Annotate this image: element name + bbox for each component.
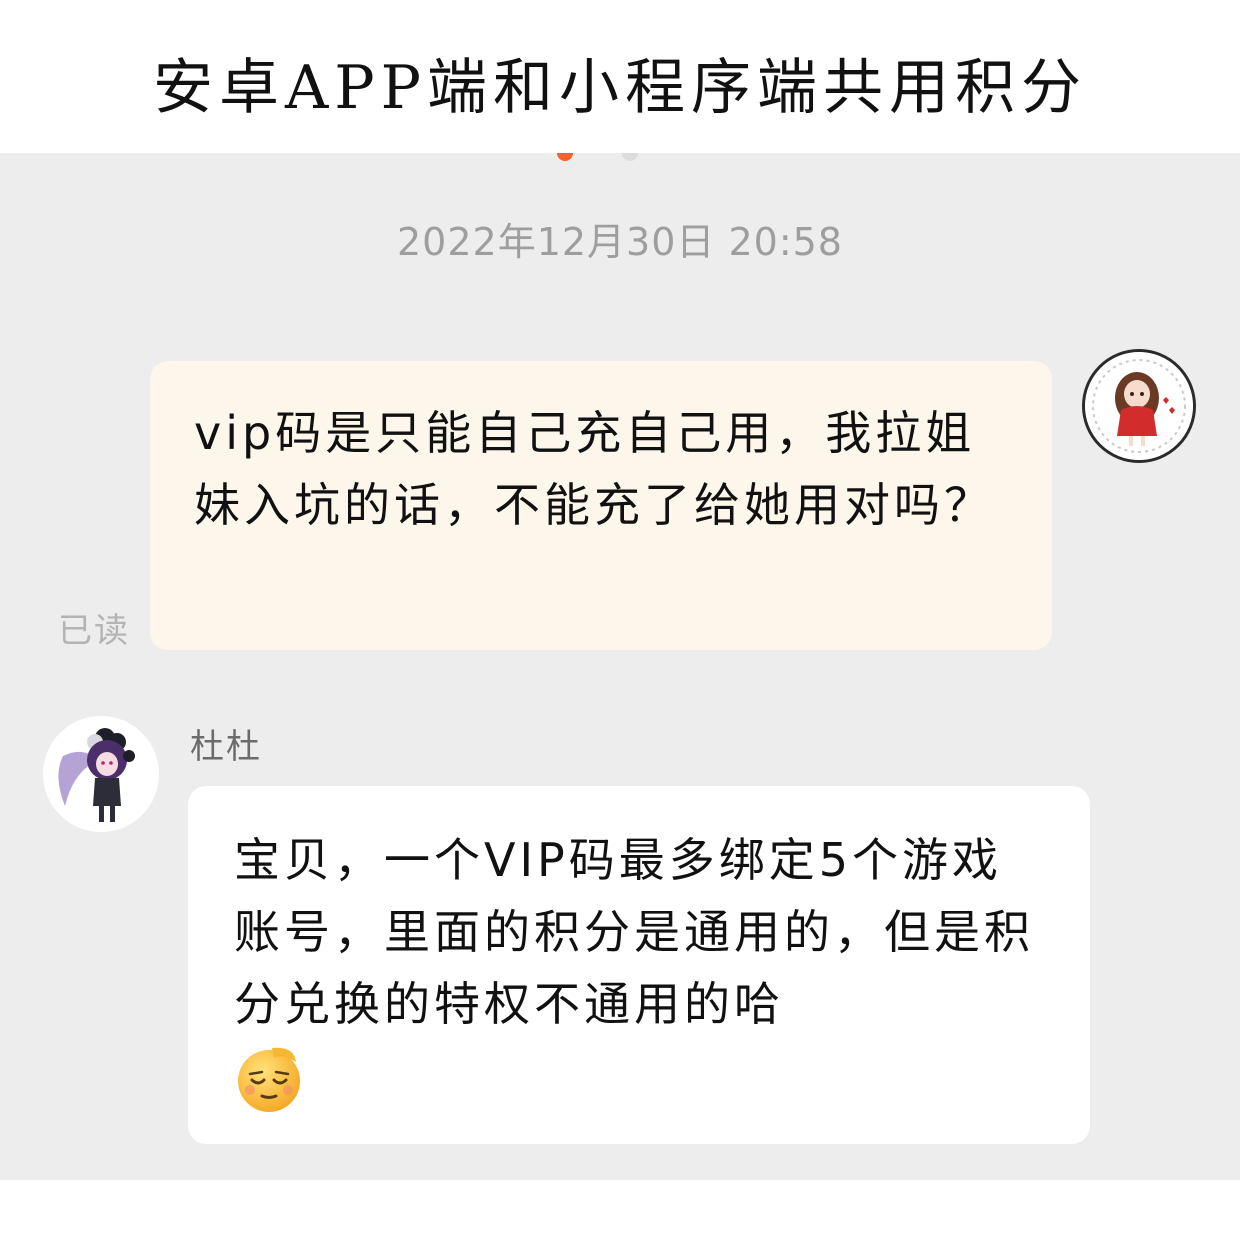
page-indicator-active [557, 153, 573, 161]
sender-name: 杜杜 [190, 727, 262, 767]
contact-avatar[interactable] [43, 716, 159, 832]
incoming-message-text: 宝贝，一个VIP码最多绑定5个游戏账号，里面的积分是通用的，但是积分兑换的特权不… [234, 833, 1034, 1031]
message-timestamp: 2022年12月30日 20:58 [396, 220, 843, 264]
incoming-message-bubble[interactable]: 宝贝，一个VIP码最多绑定5个游戏账号，里面的积分是通用的，但是积分兑换的特权不… [188, 786, 1090, 1144]
relieved-face-icon [234, 1044, 304, 1114]
outgoing-message-text: vip码是只能自己充自己用，我拉姐妹入坑的话，不能充了给她用对吗？ [194, 406, 994, 532]
read-status: 已读 [58, 611, 130, 651]
title-bar: 安卓APP端和小程序端共用积分 [0, 0, 1240, 153]
self-avatar[interactable] [1082, 349, 1196, 463]
page-title: 安卓APP端和小程序端共用积分 [152, 53, 1088, 123]
outgoing-message-bubble[interactable]: vip码是只能自己充自己用，我拉姐妹入坑的话，不能充了给她用对吗？ [150, 361, 1052, 650]
page-indicator-inactive [622, 153, 638, 161]
chat-area[interactable]: 2022年12月30日 20:58 已读 vip码是只能自己充自己用，我拉姐妹入… [0, 153, 1240, 1180]
